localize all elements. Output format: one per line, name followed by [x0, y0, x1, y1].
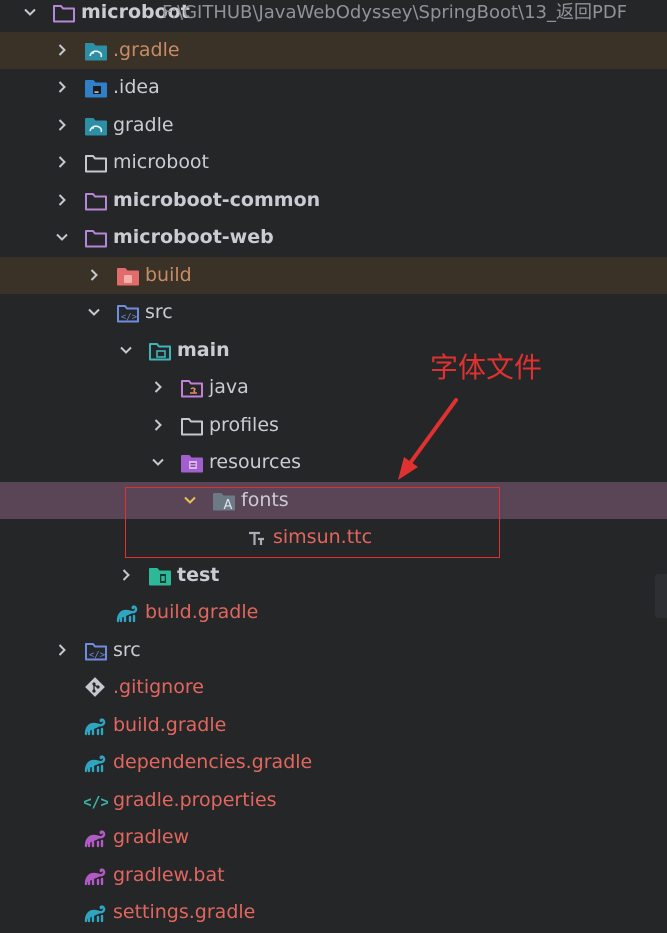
tree-item-gradle-properties[interactable]: </> gradle.properties	[0, 782, 667, 819]
tree-item-src[interactable]: </> src	[0, 632, 667, 669]
main-folder-icon	[148, 340, 172, 362]
svg-text:A: A	[224, 498, 233, 512]
chevron-down-icon[interactable]	[116, 332, 136, 369]
tree-item-gradle[interactable]: gradle	[0, 107, 667, 144]
tree-item-microboot-common[interactable]: microboot-common	[0, 182, 667, 219]
tree-item-label: dependencies.gradle	[113, 751, 313, 773]
project-tree: microboot F:\GITHUB\JavaWebOdyssey\Spring…	[0, 0, 667, 933]
tree-item-label: settings.gradle	[113, 901, 256, 923]
resources-folder-icon	[180, 452, 204, 474]
test-folder-icon	[148, 565, 172, 587]
chevron-down-icon[interactable]	[20, 0, 40, 31]
git-file-icon	[84, 677, 108, 699]
folder-icon	[84, 152, 108, 174]
tree-item-label: gradle	[113, 113, 174, 136]
tree-item-microboot-web[interactable]: microboot-web	[0, 219, 667, 256]
gradle-folder-icon	[84, 40, 108, 62]
chevron-right-icon[interactable]	[52, 144, 72, 181]
source-folder-icon: </>	[84, 640, 108, 662]
tree-item-java[interactable]: java	[0, 369, 667, 406]
tree-item-label: main	[177, 338, 230, 361]
tree-item-main[interactable]: main	[0, 332, 667, 369]
tree-item-label: test	[177, 563, 220, 586]
tree-item-src[interactable]: </> src	[0, 294, 667, 331]
tree-item-dependencies-gradle[interactable]: dependencies.gradle	[0, 744, 667, 781]
source-folder-icon: </>	[116, 302, 140, 324]
module-folder-icon	[52, 2, 76, 24]
chevron-right-icon[interactable]	[52, 182, 72, 219]
tree-item-build[interactable]: build	[0, 256, 667, 294]
tree-item-simsun-ttc[interactable]: simsun.ttc	[0, 519, 667, 556]
tree-item-test[interactable]: test	[0, 557, 667, 594]
gradle-file-icon	[84, 715, 108, 737]
tree-item-label: gradlew.bat	[113, 863, 225, 886]
module-folder-icon	[84, 190, 108, 212]
tree-item-gitignore[interactable]: .gitignore	[0, 669, 667, 706]
tree-item-profiles[interactable]: profiles	[0, 407, 667, 444]
tree-item-gradlew-bat[interactable]: gradlew.bat	[0, 857, 667, 894]
annotation-label: 字体文件	[430, 351, 543, 384]
tree-item-label: gradle.properties	[113, 788, 277, 811]
properties-file-icon: </>	[84, 790, 108, 812]
gradlew-file-icon	[84, 827, 108, 849]
chevron-right-icon[interactable]	[52, 632, 72, 669]
tree-item-label: src	[113, 638, 141, 661]
gradle-file-icon	[84, 902, 108, 924]
tree-item-microboot[interactable]: microboot	[0, 144, 667, 181]
tree-item-label: java	[209, 376, 249, 398]
chevron-down-icon[interactable]	[52, 219, 72, 256]
tree-item-label: profiles	[209, 413, 279, 436]
gradle-file-icon	[116, 602, 140, 624]
chevron-down-icon[interactable]	[180, 482, 200, 519]
chevron-down-icon[interactable]	[148, 444, 168, 481]
java-folder-icon	[180, 377, 204, 399]
tree-item-settings-gradle[interactable]: settings.gradle	[0, 894, 667, 931]
tree-item-label: resources	[209, 451, 302, 473]
scrollbar-thumb[interactable]	[655, 574, 667, 618]
tree-item-label: build	[145, 263, 192, 286]
tree-item-label: microboot	[113, 151, 210, 173]
module-folder-icon	[84, 227, 108, 249]
tree-item-label: src	[145, 301, 173, 323]
tree-item-label: microboot-web	[113, 226, 274, 248]
gradle-file-icon	[84, 752, 108, 774]
tree-item-gradlew[interactable]: gradlew	[0, 819, 667, 856]
chevron-down-icon[interactable]	[84, 294, 104, 331]
fonts-folder-icon: A	[212, 490, 236, 512]
font-file-icon	[244, 527, 268, 549]
tree-item-resources[interactable]: resources	[0, 444, 667, 481]
tree-item-microboot[interactable]: microboot F:\GITHUB\JavaWebOdyssey\Spring…	[0, 0, 667, 31]
idea-folder-icon	[84, 77, 108, 99]
gradlew-file-icon	[84, 865, 108, 887]
build-folder-icon	[116, 265, 140, 287]
tree-item-label: fonts	[241, 488, 289, 511]
tree-item-label: microboot-common	[113, 188, 321, 211]
tree-item-build-gradle[interactable]: build.gradle	[0, 594, 667, 631]
chevron-right-icon[interactable]	[84, 257, 104, 294]
chevron-right-icon[interactable]	[52, 107, 72, 144]
tree-item-fonts[interactable]: Afonts	[0, 481, 667, 519]
tree-item-label: .gradle	[113, 38, 180, 61]
tree-item-label: simsun.ttc	[273, 526, 373, 548]
svg-text:</>: </>	[84, 793, 108, 811]
tree-item-label: build.gradle	[113, 713, 227, 736]
tree-item-label: .gitignore	[113, 676, 204, 698]
project-path: F:\GITHUB\JavaWebOdyssey\SpringBoot\13_返…	[162, 2, 628, 23]
tree-item-build-gradle[interactable]: build.gradle	[0, 707, 667, 744]
svg-text:</>: </>	[89, 650, 106, 660]
tree-item-gradle[interactable]: .gradle	[0, 31, 667, 69]
chevron-right-icon[interactable]	[148, 369, 168, 406]
tree-item-idea[interactable]: .idea	[0, 69, 667, 106]
tree-item-label: .idea	[113, 76, 160, 98]
folder-icon	[180, 415, 204, 437]
chevron-right-icon[interactable]	[52, 32, 72, 69]
tree-item-label: build.gradle	[145, 601, 259, 623]
svg-text:</>: </>	[121, 313, 138, 323]
chevron-right-icon[interactable]	[52, 69, 72, 106]
chevron-right-icon[interactable]	[116, 557, 136, 594]
tree-item-label: gradlew	[113, 826, 190, 848]
chevron-right-icon[interactable]	[148, 407, 168, 444]
gradle-folder-icon	[84, 115, 108, 137]
